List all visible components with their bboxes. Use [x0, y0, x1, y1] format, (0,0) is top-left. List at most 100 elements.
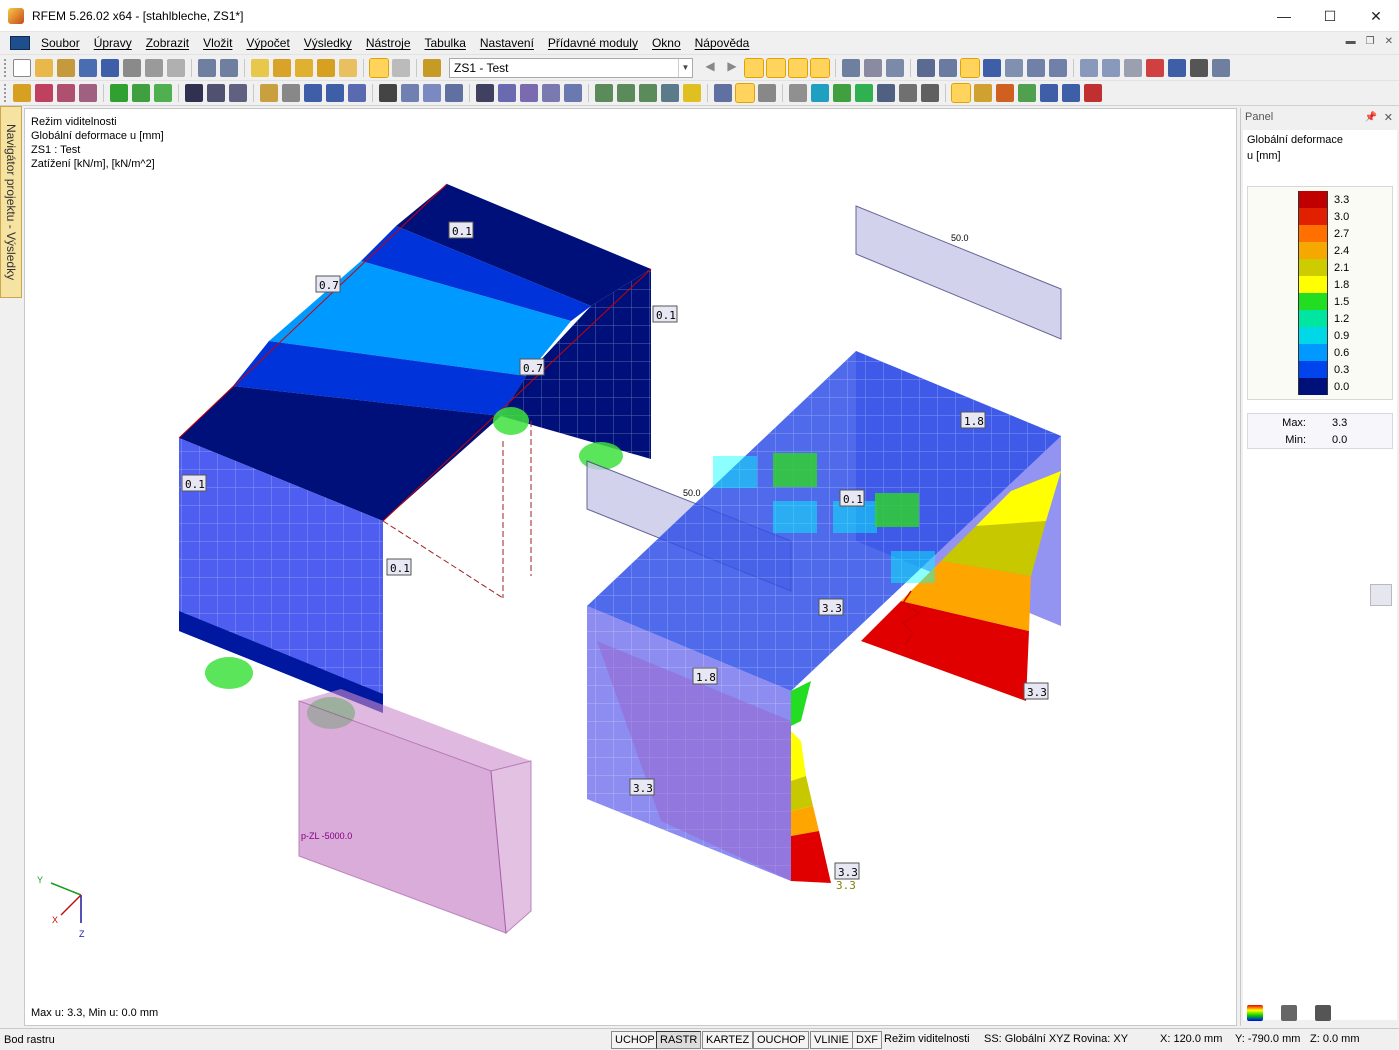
colored-surface-icon[interactable]	[811, 84, 829, 102]
new-hinge-icon[interactable]	[132, 84, 150, 102]
visibility-mode-icon[interactable]	[960, 57, 980, 78]
view-z-icon[interactable]	[639, 84, 657, 102]
edit-icon[interactable]	[251, 58, 269, 77]
view-y-icon[interactable]	[617, 84, 635, 102]
grid-table-icon[interactable]	[392, 58, 410, 77]
menu-nastaveni[interactable]: Nastavení	[473, 32, 541, 54]
surface-load-icon[interactable]	[229, 84, 247, 102]
menu-pridavne-moduly[interactable]: Přídavné moduly	[541, 32, 645, 54]
menu-nastroje[interactable]: Nástroje	[359, 32, 418, 54]
connect-icon[interactable]	[401, 84, 419, 102]
surface-mode-icon[interactable]	[789, 84, 807, 102]
redo-icon[interactable]	[220, 58, 238, 77]
chevron-down-icon[interactable]: ▼	[678, 58, 692, 77]
cross-icon[interactable]	[1146, 58, 1164, 77]
mdi-minimize-icon[interactable]: ▬	[1346, 36, 1356, 47]
measure-icon[interactable]	[273, 58, 291, 77]
wireframe-icon[interactable]	[855, 84, 873, 102]
toolbar-grip[interactable]	[4, 84, 8, 102]
magnifier-icon[interactable]	[1370, 584, 1392, 606]
result-diagram-icon[interactable]	[886, 58, 904, 77]
project-navigator-tab[interactable]: Navigátor projektu - Výsledky	[0, 106, 22, 298]
color-scale-icon[interactable]	[974, 84, 992, 102]
panel-toggle-icon[interactable]	[951, 83, 971, 103]
open-project-icon[interactable]	[57, 58, 75, 77]
toolbar-grip[interactable]	[4, 58, 8, 77]
table-icon[interactable]	[921, 84, 939, 102]
minimize-button[interactable]: —	[1261, 0, 1307, 32]
new-surface-icon[interactable]	[260, 84, 278, 102]
iso-view-icon[interactable]	[542, 84, 560, 102]
zoom-window-icon[interactable]	[1027, 58, 1045, 77]
menu-tabulka[interactable]: Tabulka	[418, 32, 473, 54]
color-scale-tab-icon[interactable]	[1247, 1005, 1263, 1021]
pdf-icon[interactable]	[1084, 84, 1102, 102]
section-icon[interactable]	[864, 58, 882, 77]
dimension-icon[interactable]	[758, 84, 776, 102]
menu-upravy[interactable]: Úpravy	[87, 32, 139, 54]
pan-icon[interactable]	[1049, 58, 1067, 77]
new-solid-icon[interactable]	[304, 84, 322, 102]
snap-toggle[interactable]: UCHOP	[611, 1031, 659, 1049]
open-model-icon[interactable]	[79, 58, 97, 77]
close-button[interactable]: ✕	[1353, 0, 1399, 32]
menu-vypocet[interactable]: Výpočet	[239, 32, 296, 54]
print-preview-icon[interactable]	[167, 58, 185, 77]
visibility-filter-icon[interactable]	[983, 58, 1001, 77]
grid-toggle[interactable]: RASTR	[656, 1031, 702, 1049]
menu-vlozit[interactable]: Vložit	[196, 32, 239, 54]
previous-loadcase-icon[interactable]: ◀	[701, 59, 719, 77]
menu-soubor[interactable]: Soubor	[34, 32, 87, 54]
new-member-icon[interactable]	[57, 84, 75, 102]
save-all-icon[interactable]	[123, 58, 141, 77]
section-lines-icon[interactable]	[877, 84, 895, 102]
mdi-close-icon[interactable]: ✕	[1385, 36, 1393, 47]
line-model-icon[interactable]	[735, 83, 755, 103]
extrude-icon[interactable]	[423, 84, 441, 102]
divide-icon[interactable]	[379, 84, 397, 102]
osnap-toggle[interactable]: OUCHOP	[753, 1031, 810, 1049]
perspective-icon[interactable]	[1124, 58, 1142, 77]
new-polyline-icon[interactable]	[79, 84, 97, 102]
document-icon[interactable]	[10, 36, 30, 50]
new-opening-icon[interactable]	[282, 84, 300, 102]
line-load-icon[interactable]	[207, 84, 225, 102]
table-view-icon[interactable]	[369, 57, 389, 78]
dxf-toggle[interactable]: DXF	[852, 1031, 882, 1049]
guideline-toggle[interactable]: VLINIE	[810, 1031, 853, 1049]
new-line-icon[interactable]	[35, 84, 53, 102]
panel-close-icon[interactable]: ✕	[1384, 111, 1393, 124]
select-icon[interactable]	[1005, 58, 1023, 77]
rotate-icon[interactable]	[1080, 58, 1098, 77]
export-icon[interactable]	[1040, 84, 1058, 102]
zoom-all-icon[interactable]	[498, 84, 516, 102]
copy-icon[interactable]	[326, 84, 344, 102]
calculate-icon[interactable]	[476, 84, 494, 102]
display-options-icon[interactable]	[1212, 58, 1230, 77]
next-loadcase-icon[interactable]: ▶	[723, 59, 741, 77]
results-on-off-icon[interactable]	[744, 57, 764, 78]
mdi-restore-icon[interactable]: ❐	[1366, 36, 1375, 47]
results-display-icon[interactable]	[683, 84, 701, 102]
result-values-icon[interactable]	[766, 57, 786, 78]
menu-napoveda[interactable]: Nápověda	[688, 32, 757, 54]
new-support-icon[interactable]	[110, 84, 128, 102]
solid-model-icon[interactable]	[833, 84, 851, 102]
deformation-view-icon[interactable]	[788, 57, 808, 78]
undo-icon[interactable]	[198, 58, 216, 77]
rotate-view-icon[interactable]	[1102, 58, 1120, 77]
save-icon[interactable]	[101, 58, 119, 77]
color-legend[interactable]: 3.3 3.0 2.7 2.4 2.1 1.8 1.5 1.2 0.9 0.6 0.3 0.0	[1247, 186, 1393, 400]
arrange-icon[interactable]	[899, 84, 917, 102]
cartesian-toggle[interactable]: KARTEZ	[702, 1031, 754, 1049]
graph-icon[interactable]	[1018, 84, 1036, 102]
menu-okno[interactable]: Okno	[645, 32, 688, 54]
pin-icon[interactable]: 📌	[1365, 112, 1377, 123]
print-icon[interactable]	[145, 58, 163, 77]
new-node-icon[interactable]	[13, 84, 31, 102]
view-axes-icon[interactable]	[661, 84, 679, 102]
view-x-icon[interactable]	[595, 84, 613, 102]
settings-icon[interactable]	[1190, 58, 1208, 77]
member-load-icon[interactable]	[185, 84, 203, 102]
mesh-icon[interactable]	[445, 84, 463, 102]
